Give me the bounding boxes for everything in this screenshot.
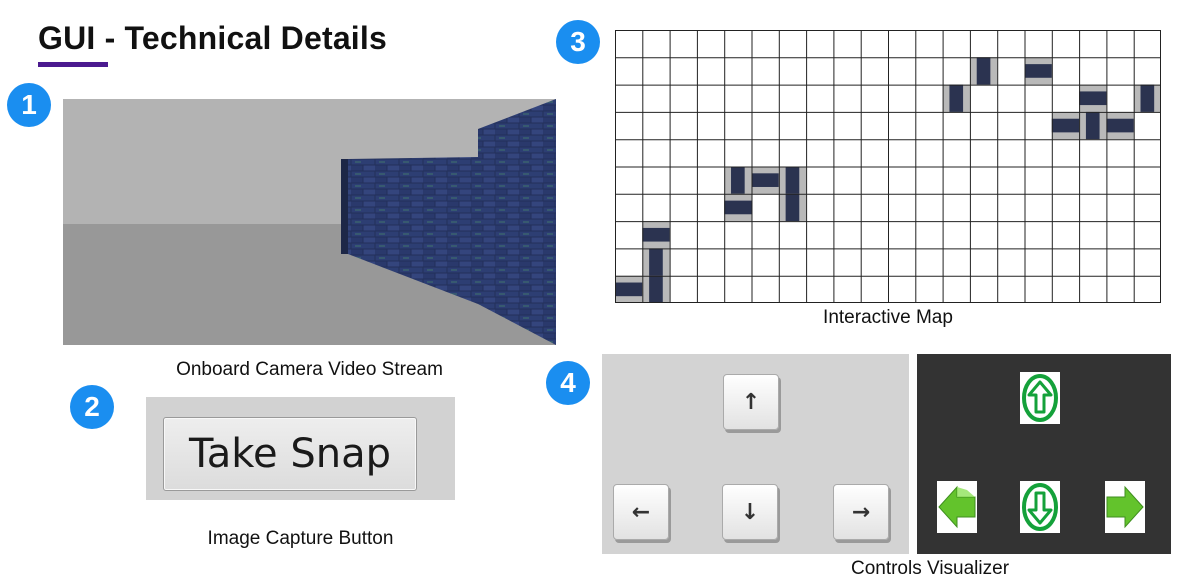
arrow-right-icon: →: [851, 499, 871, 525]
left-arrow-key[interactable]: ←: [613, 484, 669, 540]
camera-video-stream: [63, 99, 556, 345]
map-grid: [615, 30, 1161, 303]
camera-caption: Onboard Camera Video Stream: [176, 359, 443, 380]
map-tile: [778, 166, 807, 194]
map-tile: [1106, 111, 1134, 140]
section-badge-2: 2: [70, 385, 114, 429]
map-tile: [615, 275, 643, 303]
map-tile: [751, 166, 779, 194]
map-tile: [642, 275, 670, 303]
title-underline: [38, 62, 108, 67]
interactive-map[interactable]: [615, 30, 1161, 303]
arrow-down-icon: ↓: [740, 499, 760, 525]
page-title: GUI - Technical Details: [38, 20, 387, 56]
right-arrow-key[interactable]: →: [833, 484, 889, 540]
map-tile: [1051, 111, 1080, 140]
section-badge-4: 4: [546, 361, 590, 405]
map-tile: [1079, 111, 1107, 140]
map-tile: [1133, 84, 1161, 112]
viz-left-indicator: [937, 481, 977, 533]
snap-caption: Image Capture Button: [207, 528, 394, 549]
section-badge-3: 3: [556, 20, 600, 64]
map-tile: [642, 248, 670, 276]
controls-caption: Controls Visualizer: [850, 558, 1010, 579]
map-tile: [778, 193, 807, 222]
section-badge-1: 1: [7, 83, 51, 127]
up-arrow-key[interactable]: ↑: [723, 374, 779, 430]
viz-up-indicator: [1020, 372, 1060, 424]
down-arrow-outline-icon: [1022, 483, 1058, 531]
up-arrow-outline-icon: [1022, 374, 1058, 422]
viz-down-indicator: [1020, 481, 1060, 533]
map-tile: [724, 193, 752, 222]
map-caption: Interactive Map: [823, 307, 953, 328]
take-snap-button[interactable]: Take Snap: [163, 417, 417, 491]
arrow-up-icon: ↑: [741, 389, 761, 415]
arrow-left-icon: ←: [631, 499, 651, 525]
left-arrow-active-icon: [938, 485, 976, 529]
map-tile: [942, 84, 970, 112]
map-tile: [1024, 57, 1052, 85]
camera-frame: [63, 99, 556, 345]
right-arrow-active-icon: [1106, 485, 1144, 529]
map-tile: [969, 57, 998, 85]
down-arrow-key[interactable]: ↓: [722, 484, 778, 540]
viz-right-indicator: [1105, 481, 1145, 533]
map-tile: [642, 221, 670, 249]
map-tile: [724, 166, 752, 194]
map-tile: [1079, 84, 1107, 112]
